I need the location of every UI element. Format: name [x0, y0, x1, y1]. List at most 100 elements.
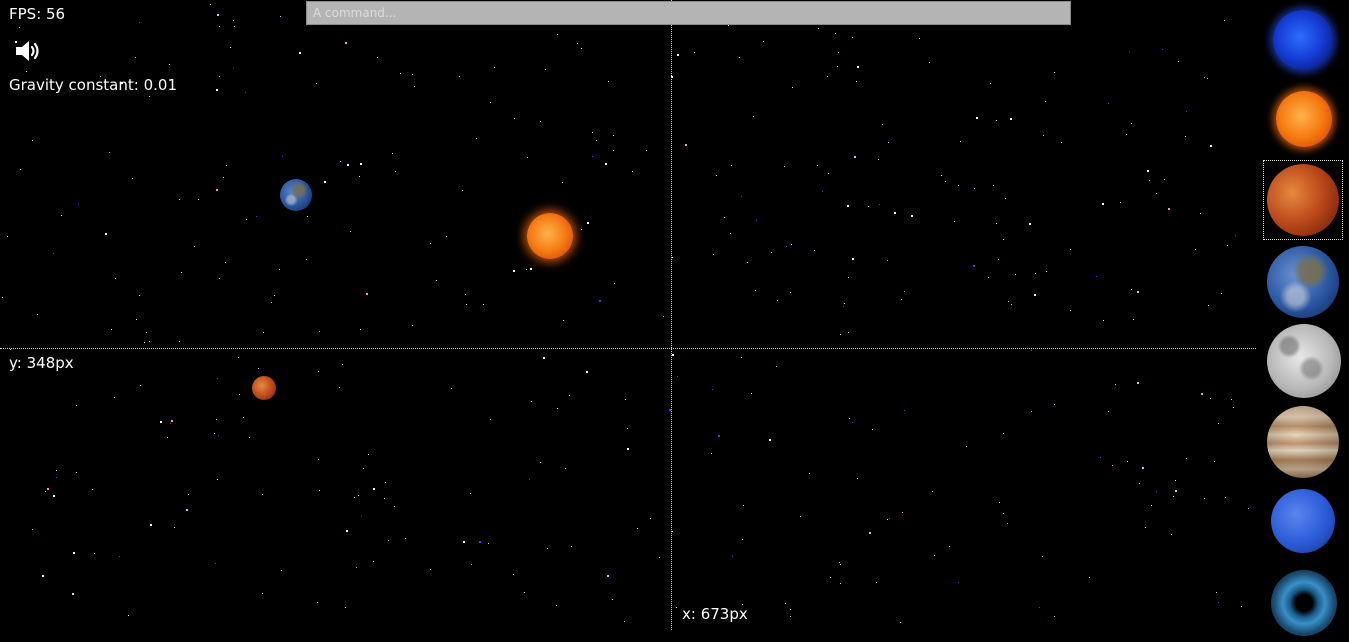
star: [136, 319, 137, 320]
star: [483, 304, 484, 305]
star: [465, 294, 466, 295]
palette-item-jupiter[interactable]: [1264, 402, 1342, 480]
star: [1210, 398, 1211, 399]
star: [878, 159, 879, 160]
star: [239, 394, 240, 395]
palette-item-neptune[interactable]: [1264, 484, 1342, 562]
command-input[interactable]: [306, 1, 1071, 25]
earth-body[interactable]: [280, 179, 312, 211]
star: [359, 176, 360, 177]
star: [1039, 607, 1040, 608]
star: [340, 161, 341, 162]
star: [149, 341, 150, 342]
star: [791, 244, 792, 245]
star: [1011, 304, 1012, 305]
star: [540, 121, 541, 122]
star: [226, 165, 227, 166]
star: [960, 141, 961, 142]
star: [776, 366, 777, 367]
star: [1168, 208, 1170, 210]
star: [976, 117, 978, 119]
star: [612, 599, 613, 600]
palette-item-earth[interactable]: [1264, 242, 1342, 320]
star: [625, 399, 626, 400]
star: [672, 531, 673, 532]
star: [848, 277, 849, 278]
star: [1070, 310, 1071, 311]
star: [790, 616, 791, 617]
star: [1173, 496, 1174, 497]
star: [463, 541, 465, 543]
star: [1204, 498, 1205, 499]
star: [809, 473, 810, 474]
star: [1201, 393, 1203, 395]
star: [872, 429, 873, 430]
star: [144, 342, 145, 343]
star: [345, 607, 346, 608]
star: [843, 306, 844, 307]
palette-item-mars[interactable]: [1263, 160, 1343, 240]
palette-item-blue-star[interactable]: [1264, 2, 1342, 80]
star: [529, 479, 530, 480]
star: [181, 272, 182, 273]
fps-counter: FPS: 56: [9, 5, 66, 23]
sound-toggle-button[interactable]: [14, 38, 44, 64]
star: [557, 408, 558, 409]
star: [771, 252, 772, 253]
star: [838, 52, 839, 53]
sun-body[interactable]: [527, 213, 573, 259]
star: [384, 498, 385, 499]
star: [1133, 319, 1134, 320]
star: [830, 577, 831, 578]
star: [901, 299, 902, 300]
mars-body[interactable]: [252, 376, 276, 400]
star: [637, 528, 638, 529]
star: [350, 231, 351, 232]
star: [363, 468, 364, 469]
palette-item-moon[interactable]: [1264, 322, 1342, 400]
star: [280, 16, 281, 17]
star: [1186, 458, 1187, 459]
star: [56, 470, 57, 471]
star: [1031, 350, 1032, 351]
star: [1061, 142, 1062, 143]
star: [262, 494, 263, 495]
star: [1131, 123, 1132, 124]
star: [577, 43, 578, 44]
star: [1225, 497, 1226, 498]
star: [531, 401, 532, 402]
star: [1046, 271, 1047, 272]
star: [1108, 411, 1109, 412]
star: [1178, 61, 1179, 62]
star: [73, 552, 75, 554]
star: [1015, 274, 1016, 275]
star: [894, 212, 896, 214]
star: [990, 83, 991, 84]
star: [1127, 461, 1128, 462]
star: [1031, 411, 1032, 412]
star: [513, 574, 514, 575]
palette-item-black-hole[interactable]: [1264, 564, 1342, 642]
star: [627, 428, 628, 429]
star: [188, 494, 189, 495]
star: [1221, 293, 1222, 294]
star: [234, 26, 235, 27]
star: [149, 96, 150, 97]
star: [557, 34, 558, 35]
star: [1005, 198, 1006, 199]
star: [1045, 101, 1046, 102]
palette-item-sun[interactable]: [1264, 80, 1342, 158]
star: [514, 118, 515, 119]
star: [216, 419, 217, 420]
star: [1103, 320, 1104, 321]
star: [527, 157, 528, 158]
star: [677, 54, 679, 56]
star: [45, 491, 46, 492]
star: [339, 387, 340, 388]
star: [929, 62, 930, 63]
star: [613, 135, 614, 136]
star: [828, 173, 829, 174]
star: [763, 41, 764, 42]
star: [1149, 180, 1150, 181]
star: [822, 191, 823, 192]
